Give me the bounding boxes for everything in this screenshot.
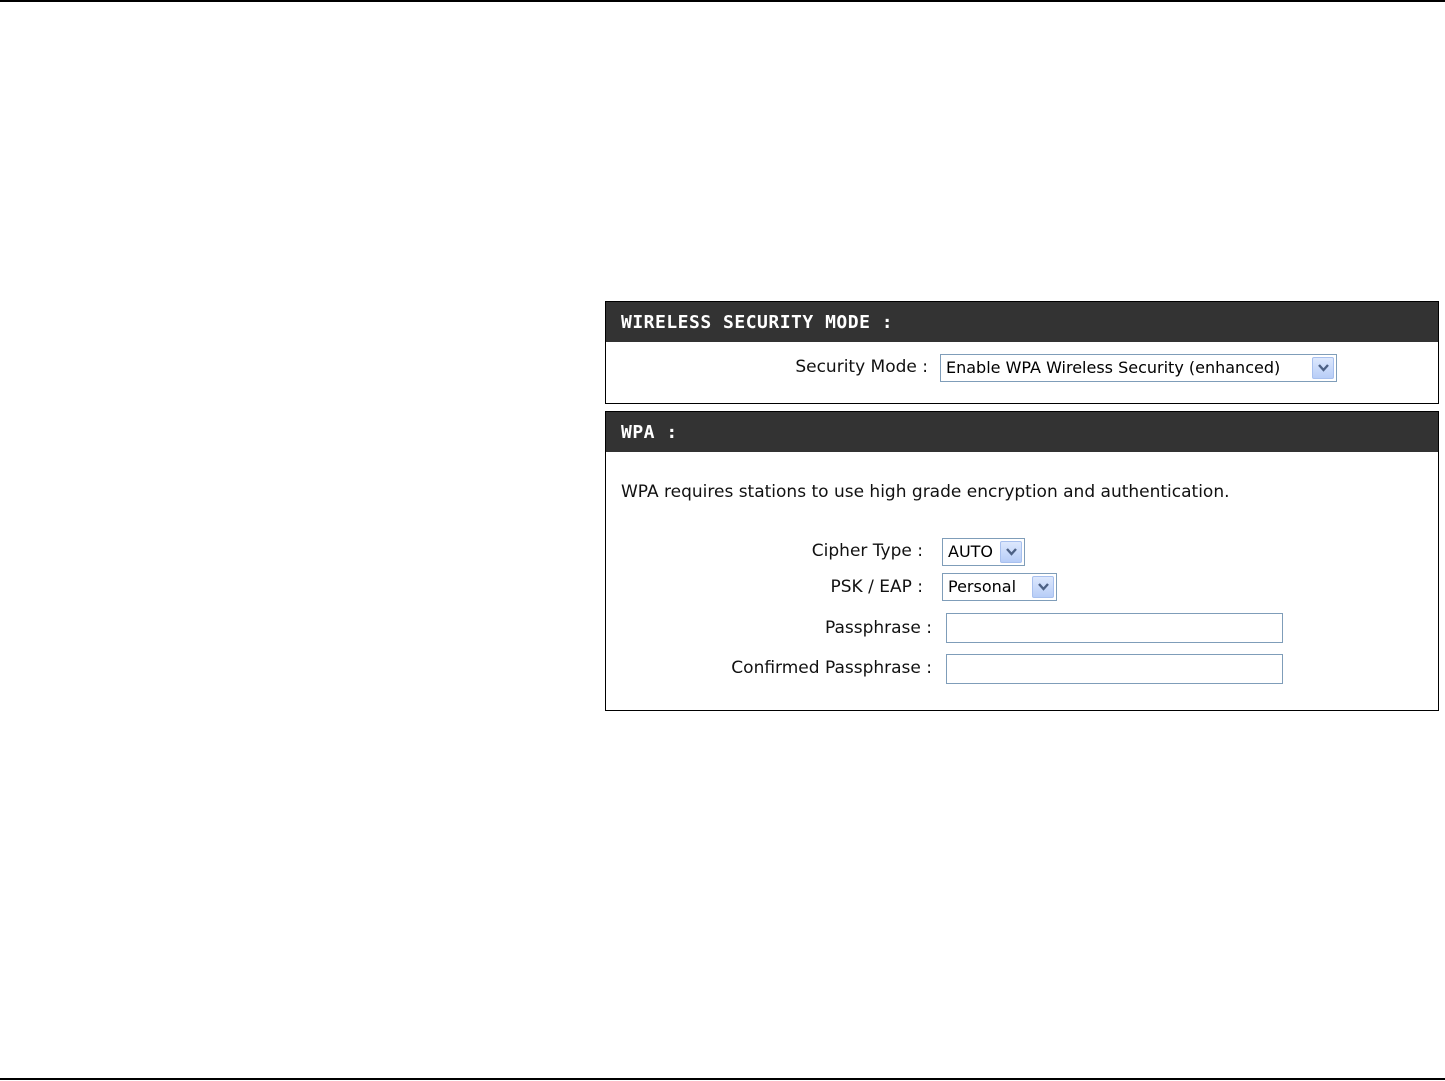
page: WIRELESS SECURITY MODE : Security Mode :… — [0, 0, 1445, 1081]
wireless-security-mode-title: WIRELESS SECURITY MODE : — [606, 302, 1438, 342]
chevron-down-icon[interactable] — [1000, 541, 1022, 563]
psk-eap-select[interactable]: Personal — [942, 573, 1057, 601]
wireless-security-mode-panel: WIRELESS SECURITY MODE : Security Mode :… — [605, 301, 1439, 404]
wpa-description: WPA requires stations to use high grade … — [621, 482, 1230, 502]
bottom-rule — [0, 1078, 1445, 1080]
cipher-type-label: Cipher Type : — [811, 541, 923, 561]
chevron-down-icon[interactable] — [1032, 576, 1054, 598]
psk-eap-label: PSK / EAP : — [830, 577, 923, 597]
security-mode-label: Security Mode : — [795, 357, 928, 377]
wpa-title: WPA : — [606, 412, 1438, 452]
top-rule — [0, 0, 1445, 2]
wpa-panel: WPA : WPA requires stations to use high … — [605, 411, 1439, 711]
passphrase-input[interactable] — [946, 613, 1283, 643]
confirmed-passphrase-label: Confirmed Passphrase : — [731, 658, 932, 678]
passphrase-label: Passphrase : — [824, 618, 932, 638]
cipher-type-selected-value: AUTO — [948, 542, 994, 561]
security-mode-selected-value: Enable WPA Wireless Security (enhanced) — [946, 358, 1281, 377]
confirmed-passphrase-input[interactable] — [946, 654, 1283, 684]
psk-eap-selected-value: Personal — [948, 577, 1017, 596]
cipher-type-select[interactable]: AUTO — [942, 538, 1025, 566]
chevron-down-icon[interactable] — [1312, 357, 1334, 379]
security-mode-select[interactable]: Enable WPA Wireless Security (enhanced) — [940, 354, 1337, 382]
